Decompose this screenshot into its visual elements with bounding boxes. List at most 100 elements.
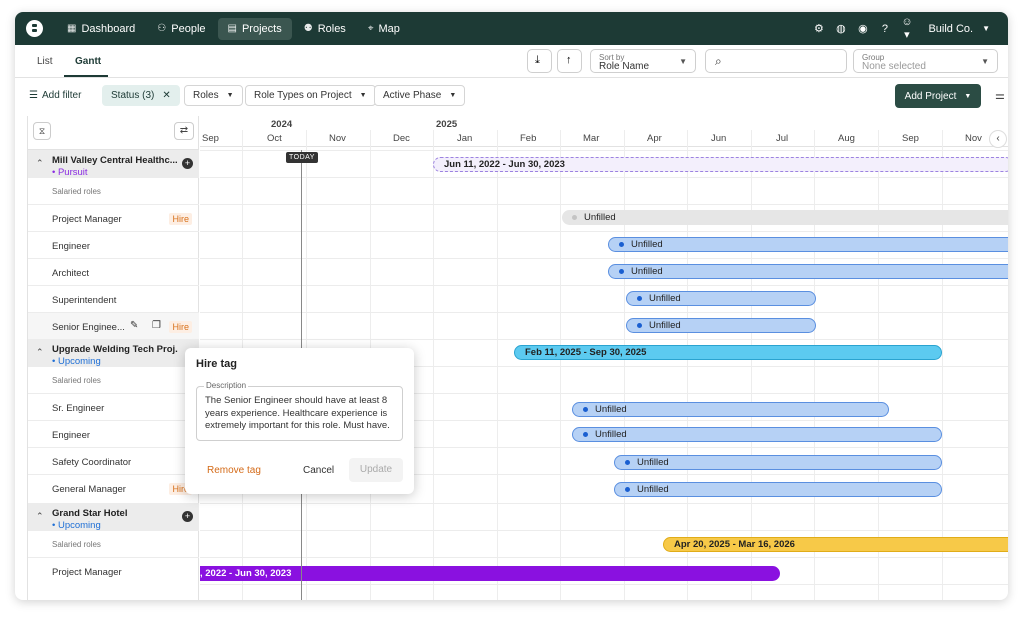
help-icon[interactable]: ? xyxy=(878,23,891,35)
role-types-filter[interactable]: Role Types on Project ▼ xyxy=(245,85,376,106)
settings-icon[interactable]: ⚙ xyxy=(812,22,825,35)
search-input[interactable]: ⌕ xyxy=(705,49,847,73)
today-badge: TODAY xyxy=(286,152,318,163)
role-bar[interactable]: Unfilled xyxy=(614,482,942,497)
add-role-icon[interactable]: + xyxy=(182,158,193,169)
chevron-up-icon[interactable]: ⌃ xyxy=(36,158,44,169)
tab-gantt[interactable]: Gantt xyxy=(75,56,101,67)
role-bar[interactable]: Unfilled xyxy=(608,237,1008,252)
status-filter-chip[interactable]: Status (3) ✕ xyxy=(102,85,180,106)
status-dot xyxy=(625,487,630,492)
project-name: Upgrade Welding Tech Proj... xyxy=(52,344,178,355)
role-row[interactable]: Sr. Engineer xyxy=(28,393,199,420)
active-phase-filter[interactable]: Active Phase ▼ xyxy=(374,85,466,106)
role-bar[interactable]: Unfilled xyxy=(608,264,1008,279)
year-label: 2025 xyxy=(436,119,458,130)
sort-select[interactable]: Sort by Role Name ▼ xyxy=(590,49,696,73)
eye-icon[interactable]: ◉ xyxy=(856,22,869,35)
add-role-icon[interactable]: + xyxy=(182,511,193,522)
column-settings-icon[interactable]: ⚌ xyxy=(995,89,1005,102)
role-bar[interactable]: Unfilled xyxy=(626,318,816,333)
project-group-grand-star[interactable]: ⌃ Grand Star Hotel • Upcoming + xyxy=(28,503,199,531)
remove-tag-button[interactable]: Remove tag xyxy=(207,465,261,476)
month-label: Mar xyxy=(583,133,600,144)
view-toolbar: List Gantt ⤓ ↑ Sort by Role Name ▼ ⌕ Gro… xyxy=(15,45,1008,78)
nav-dashboard[interactable]: ▦ Dashboard xyxy=(57,18,145,40)
chevron-down-icon: ▼ xyxy=(359,92,367,99)
month-label: Aug xyxy=(838,133,855,144)
nav-projects[interactable]: ▤ Projects xyxy=(217,17,292,40)
sort-direction-button[interactable]: ↑ xyxy=(557,49,582,73)
account-icon[interactable]: ☺▾ xyxy=(900,16,913,41)
chevron-down-icon[interactable]: ▼ xyxy=(982,24,990,33)
role-bar-assigned[interactable]: , 2022 - Jun 30, 2023 xyxy=(200,566,780,581)
update-button[interactable]: Update xyxy=(349,458,403,482)
roles-icon: ⚉ xyxy=(303,23,313,34)
company-name[interactable]: Build Co. xyxy=(928,23,973,35)
collapse-panel-button[interactable]: ‹ xyxy=(989,130,1007,148)
month-label: Nov xyxy=(965,133,982,144)
project-bar-mill-valley[interactable]: Jun 11, 2022 - Jun 30, 2023 xyxy=(433,157,1008,172)
status-dot xyxy=(572,215,577,220)
group-select[interactable]: Group None selected ▼ xyxy=(853,49,998,73)
project-group-upgrade-welding[interactable]: ⌃ Upgrade Welding Tech Proj... • Upcomin… xyxy=(28,339,199,367)
logo-icon[interactable] xyxy=(26,20,43,37)
status-dot xyxy=(637,323,642,328)
project-group-mill-valley[interactable]: ⌃ Mill Valley Central Healthc... • Pursu… xyxy=(28,150,199,178)
nav-right-group: ⚙ ◍ ◉ ? ☺▾ Build Co. ▼ xyxy=(812,16,1008,41)
filter-row: ☰ Add filter Status (3) ✕ Roles ▼ Role Type… xyxy=(15,78,1008,114)
nav-roles[interactable]: ⚉ Roles xyxy=(294,18,356,40)
cancel-button[interactable]: Cancel xyxy=(303,465,334,476)
role-row[interactable]: Project Manager xyxy=(28,557,199,584)
nav-people[interactable]: ⚇ People xyxy=(147,18,215,40)
edit-icon[interactable]: ✎ xyxy=(130,320,138,331)
tab-list[interactable]: List xyxy=(37,56,53,67)
status-dot xyxy=(619,242,624,247)
hire-tag[interactable]: Hire xyxy=(169,321,192,333)
role-row[interactable]: Engineer xyxy=(28,420,199,447)
roles-filter[interactable]: Roles ▼ xyxy=(184,85,243,106)
role-bar[interactable]: Unfilled xyxy=(626,291,816,306)
role-row[interactable]: Project Manager Hire xyxy=(28,204,199,231)
description-text[interactable]: The Senior Engineer should have at least… xyxy=(205,395,400,433)
grid-icon: ▦ xyxy=(67,23,77,34)
project-bar-grand-star[interactable]: Apr 20, 2025 - Mar 16, 2026 xyxy=(663,537,1008,552)
panel-header: ⧖ ⇄ xyxy=(28,116,199,150)
description-field[interactable]: Description The Senior Engineer should h… xyxy=(196,381,403,441)
add-filter-button[interactable]: ☰ Add filter xyxy=(25,85,85,106)
role-bar[interactable]: Unfilled xyxy=(562,210,1008,225)
role-row[interactable]: Superintendent xyxy=(28,285,199,312)
role-bar[interactable]: Unfilled xyxy=(614,455,942,470)
role-bar[interactable]: Unfilled xyxy=(572,427,942,442)
collapse-all-button[interactable]: ⧖ xyxy=(33,122,51,140)
role-row-selected[interactable]: Senior Enginee... ✎ ❐ Hire xyxy=(28,312,199,339)
month-label: Apr xyxy=(647,133,662,144)
role-bar[interactable]: Unfilled xyxy=(572,402,889,417)
chevron-up-icon[interactable]: ⌃ xyxy=(36,511,44,522)
top-nav: ▦ Dashboard ⚇ People ▤ Projects ⚉ Roles ⌖ Map… xyxy=(15,12,1008,45)
app-window: ▦ Dashboard ⚇ People ▤ Projects ⚉ Roles ⌖ Map… xyxy=(15,12,1008,600)
chevron-down-icon: ▼ xyxy=(679,57,687,66)
month-label: Feb xyxy=(520,133,537,144)
role-row[interactable]: Engineer xyxy=(28,231,199,258)
chevron-down-icon: ▼ xyxy=(449,92,457,99)
download-button[interactable]: ⤓ xyxy=(527,49,552,73)
close-icon[interactable]: ✕ xyxy=(162,90,170,101)
globe-icon[interactable]: ◍ xyxy=(834,22,847,35)
swap-button[interactable]: ⇄ xyxy=(174,122,194,140)
add-project-button[interactable]: Add Project ▼ xyxy=(895,84,981,108)
month-label: Sep xyxy=(902,133,919,144)
year-label: 2024 xyxy=(271,119,293,130)
status-dot xyxy=(619,269,624,274)
chevron-up-icon[interactable]: ⌃ xyxy=(36,347,44,358)
chevron-down-icon: ▼ xyxy=(964,92,972,100)
project-bar-upgrade-welding[interactable]: Feb 11, 2025 - Sep 30, 2025 xyxy=(514,345,942,360)
salaried-roles-header: Salaried roles xyxy=(28,366,199,393)
role-row[interactable]: Architect xyxy=(28,258,199,285)
month-label: Sep xyxy=(202,133,219,144)
hire-tag[interactable]: Hire xyxy=(169,213,192,225)
role-row[interactable]: Safety Coordinator xyxy=(28,447,199,474)
role-row[interactable]: General Manager Hire xyxy=(28,474,199,501)
copy-icon[interactable]: ❐ xyxy=(152,320,161,331)
nav-map[interactable]: ⌖ Map xyxy=(358,18,410,40)
